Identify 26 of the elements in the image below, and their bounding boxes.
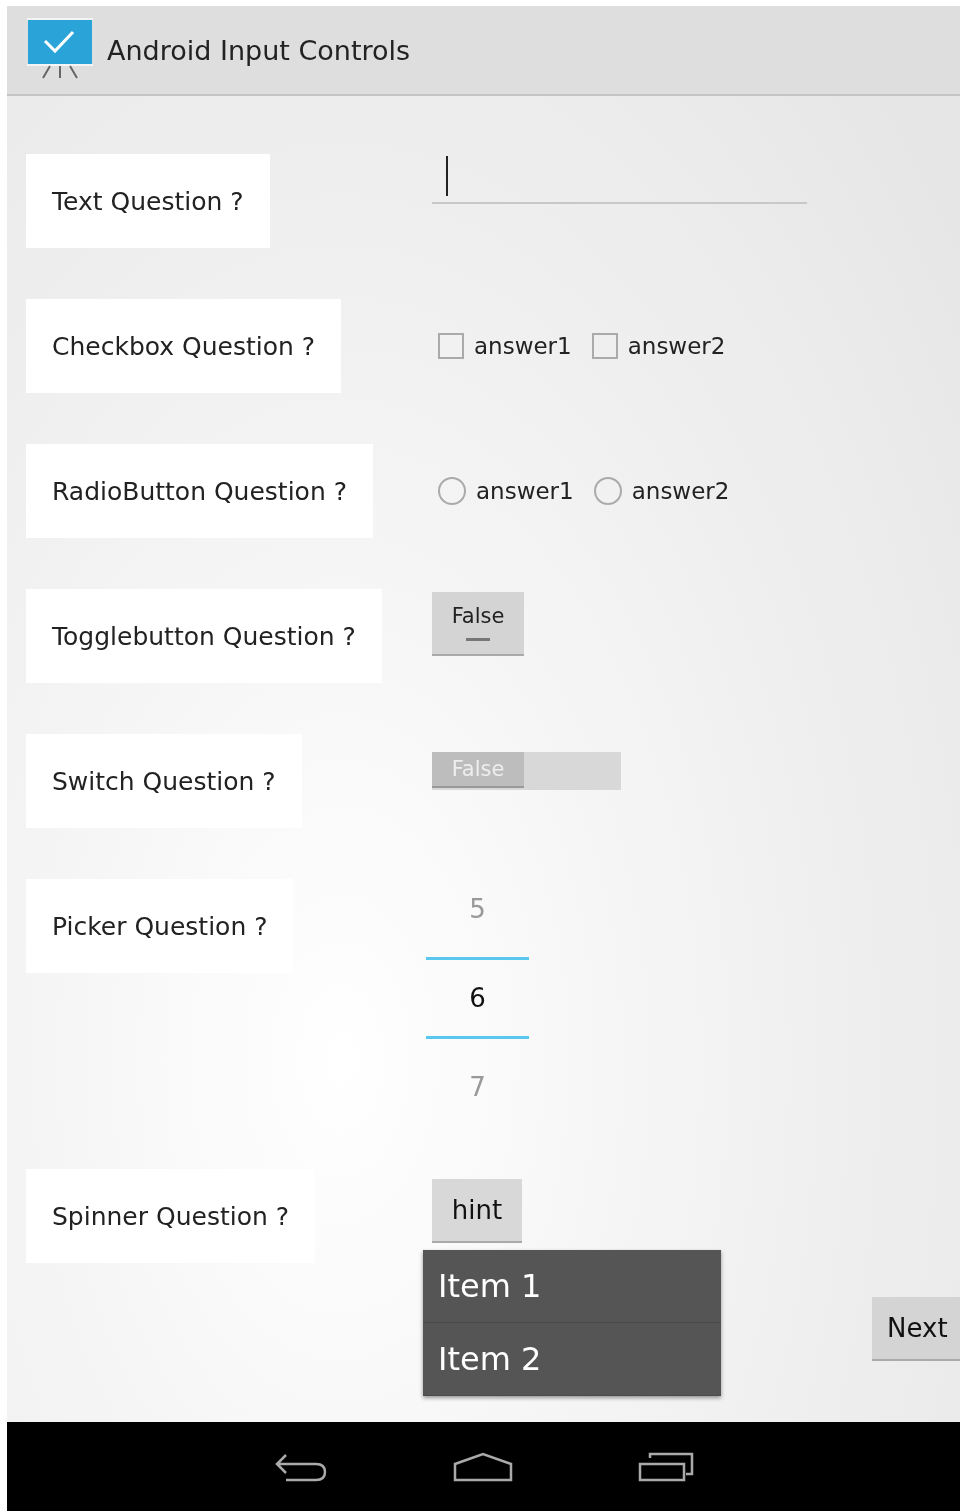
text-input-field[interactable]	[432, 154, 807, 204]
question-label: Spinner Question ?	[26, 1169, 315, 1263]
checkbox[interactable]	[438, 333, 464, 359]
picker-value[interactable]: 6	[426, 957, 529, 1039]
next-button[interactable]: Next	[872, 1297, 960, 1361]
radio-option[interactable]: answer1	[438, 477, 574, 505]
radio-button[interactable]	[593, 477, 622, 505]
question-label: Switch Question ?	[26, 734, 302, 828]
question-label: RadioButton Question ?	[26, 444, 373, 538]
app-title: Android Input Controls	[107, 34, 411, 66]
checkbox-option[interactable]: answer2	[591, 333, 726, 359]
radio-button[interactable]	[438, 477, 466, 505]
spinner[interactable]: hint	[432, 1179, 522, 1243]
recent-apps-icon[interactable]	[637, 1451, 694, 1482]
radio-option[interactable]: answer2	[593, 477, 730, 505]
dropdown-item[interactable]: Item 2	[423, 1323, 721, 1396]
checkbox-option[interactable]: answer1	[438, 333, 572, 359]
question-label: Text Question ?	[26, 154, 270, 248]
home-icon[interactable]	[452, 1451, 513, 1482]
question-label: Picker Question ?	[26, 879, 294, 973]
question-label: Togglebutton Question ?	[26, 589, 382, 683]
checkbox[interactable]	[591, 333, 618, 359]
dropdown-item[interactable]: Item 1	[423, 1250, 721, 1323]
text-cursor	[446, 156, 448, 196]
question-label: Checkbox Question ?	[26, 299, 342, 393]
toggle-button[interactable]: False	[432, 591, 524, 656]
